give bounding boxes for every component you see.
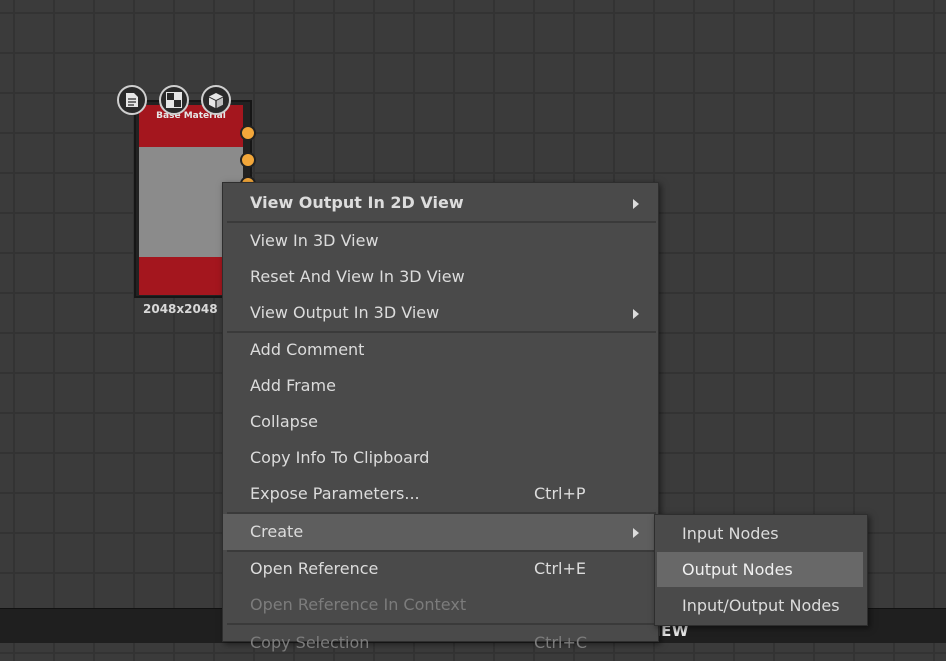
submenu-item-input-output-nodes[interactable]: Input/Output Nodes <box>657 588 863 623</box>
output-port[interactable] <box>240 152 256 168</box>
submenu-item-input-nodes[interactable]: Input Nodes <box>657 516 863 551</box>
cube-icon[interactable] <box>201 85 231 115</box>
menu-item-open-reference[interactable]: Open Reference Ctrl+E <box>223 551 658 587</box>
menu-item-collapse[interactable]: Collapse <box>223 404 658 440</box>
output-port[interactable] <box>240 125 256 141</box>
shortcut-label: Ctrl+P <box>534 484 586 503</box>
document-icon[interactable] <box>117 85 147 115</box>
menu-item-add-frame[interactable]: Add Frame <box>223 368 658 404</box>
checker-icon[interactable] <box>159 85 189 115</box>
menu-item-expose-parameters[interactable]: Expose Parameters... Ctrl+P <box>223 476 658 512</box>
menu-item-view-output-2d[interactable]: View Output In 2D View <box>223 185 658 221</box>
chevron-right-icon <box>633 309 639 319</box>
chevron-right-icon <box>633 528 639 538</box>
node-title: Base Material <box>156 111 226 121</box>
menu-item-reset-view-3d[interactable]: Reset And View In 3D View <box>223 259 658 295</box>
menu-item-view-in-3d[interactable]: View In 3D View <box>223 223 658 259</box>
menu-item-copy-selection: Copy Selection Ctrl+C <box>250 633 588 652</box>
menu-item-add-comment[interactable]: Add Comment <box>223 332 658 368</box>
menu-item-open-reference-in-context: Open Reference In Context <box>250 595 467 614</box>
chevron-right-icon <box>633 199 639 209</box>
node-resolution-label: 2048x2048 - <box>143 302 227 316</box>
menu-item-view-output-3d[interactable]: View Output In 3D View <box>223 295 658 331</box>
shortcut-label: Ctrl+C <box>534 633 588 652</box>
context-menu: View Output In 2D View View In 3D View R… <box>222 182 659 652</box>
menu-item-copy-info[interactable]: Copy Info To Clipboard <box>223 440 658 476</box>
menu-item-create[interactable]: Create <box>223 514 658 550</box>
submenu-item-output-nodes[interactable]: Output Nodes <box>657 552 863 587</box>
shortcut-label: Ctrl+E <box>534 559 586 578</box>
create-submenu: Input Nodes Output Nodes Input/Output No… <box>654 514 868 626</box>
